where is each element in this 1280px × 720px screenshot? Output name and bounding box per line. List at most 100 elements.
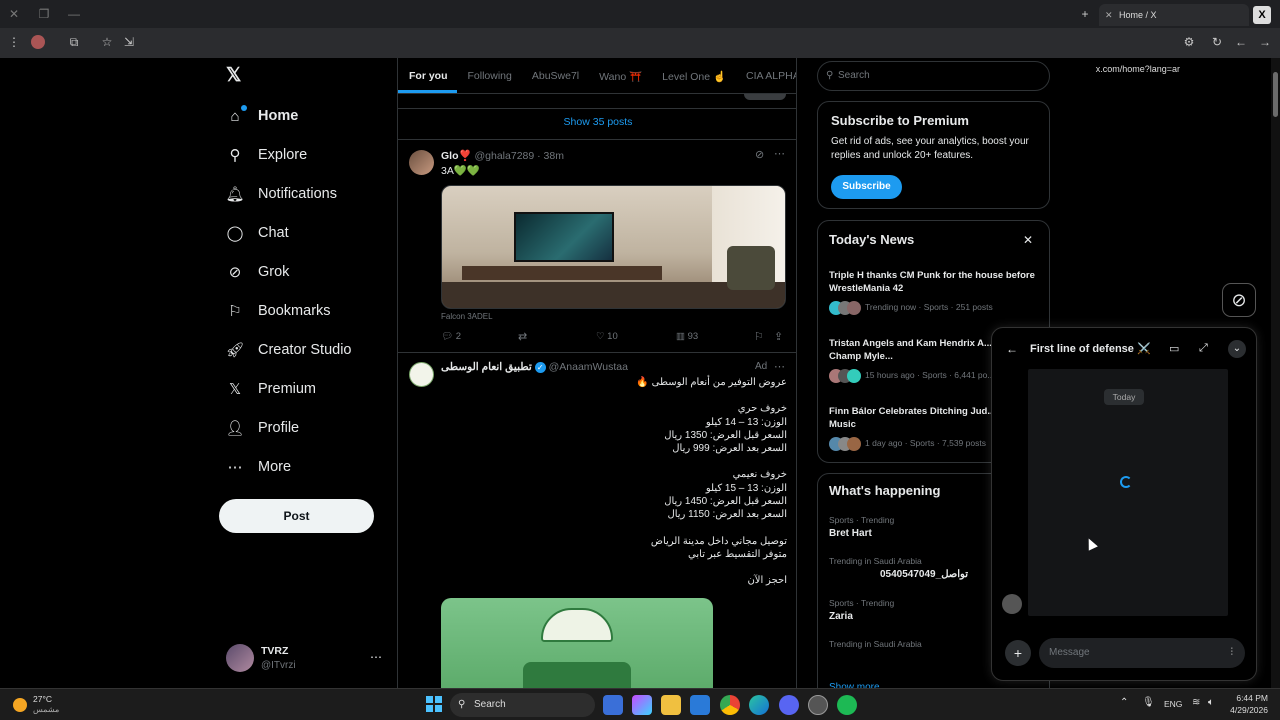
expand-icon[interactable]: ⤢ <box>1199 342 1208 355</box>
author-handle[interactable]: @ghala7289 <box>475 150 535 162</box>
more-icon[interactable]: ⋯ <box>774 360 785 373</box>
more-icon[interactable]: ⋯ <box>774 147 785 160</box>
like-button[interactable]: ♡ 10 <box>596 331 618 342</box>
tab-level-one[interactable]: Level One ☝️ <box>651 58 735 93</box>
edge-icon[interactable] <box>749 695 769 715</box>
clock-time[interactable]: 6:44 PM <box>1222 693 1268 703</box>
back-icon[interactable]: ← <box>1233 34 1249 50</box>
tab-wano[interactable]: Wano ⛩️ <box>588 58 651 93</box>
discord-icon[interactable] <box>779 695 799 715</box>
tab-title: Home / X <box>1119 10 1157 20</box>
nav-item-bookmarks[interactable]: ⚐ Bookmarks <box>226 296 330 326</box>
new-tab-icon[interactable]: + <box>1077 6 1093 22</box>
news-meta: 15 hours ago · Sports · 6,441 po... <box>865 370 995 380</box>
page-scrollbar[interactable] <box>1271 58 1280 688</box>
tab-following[interactable]: Following <box>457 58 521 93</box>
nav-item-notifications[interactable]: 🔔︎ Notifications <box>225 179 337 209</box>
file-explorer-icon[interactable] <box>661 695 681 715</box>
close-tab-icon[interactable]: ✕ <box>1105 4 1113 26</box>
nav-item-chat[interactable]: ◯ Chat <box>226 218 289 248</box>
tab-abuswe7l[interactable]: AbuSwe7l <box>521 58 588 93</box>
voice-icon[interactable]: ⫶ <box>1231 638 1234 668</box>
chat-title[interactable]: First line of defense ⚔️ <box>1030 342 1151 355</box>
trend-name[interactable]: 0540547049_تواصل <box>880 569 968 580</box>
menu-dots-icon[interactable]: ⋮ <box>6 34 22 50</box>
store-icon[interactable] <box>690 695 710 715</box>
nav-item-explore[interactable]: ⚲ Explore <box>226 140 308 170</box>
nav-item-profile[interactable]: 👤︎ Profile <box>225 413 299 443</box>
trend-name[interactable]: Bret Hart <box>829 528 872 539</box>
ad-image[interactable] <box>441 598 713 688</box>
chevron-up-icon[interactable]: ⌃ <box>1120 697 1128 708</box>
author-name[interactable]: Glo❣️ <box>441 150 472 162</box>
add-attachment-icon[interactable]: + <box>1005 640 1031 666</box>
language-indicator[interactable]: ENG <box>1164 699 1182 709</box>
chevron-down-icon[interactable]: ⌄ <box>1228 340 1246 358</box>
subscribe-button[interactable]: Subscribe <box>831 175 902 199</box>
x-logo-icon[interactable]: 𝕏 <box>226 66 246 86</box>
author-name[interactable]: تطبيق انعام الوسطى <box>441 361 532 373</box>
views-button[interactable]: ▥ 93 <box>676 331 698 342</box>
sun-weather-icon[interactable] <box>13 698 27 712</box>
restore-window-icon[interactable]: ❐ <box>36 6 52 22</box>
news-headline[interactable]: Triple H thanks CM Punk for the house be… <box>829 269 1041 295</box>
profile-avatar-icon[interactable] <box>31 35 45 49</box>
reload-icon[interactable]: ↻ <box>1209 34 1225 50</box>
close-window-icon[interactable]: ✕ <box>6 6 22 22</box>
microphone-icon[interactable]: 🎙︎ <box>1142 697 1155 708</box>
avatar[interactable] <box>226 644 254 672</box>
nav-item-more[interactable]: ⋯ More <box>226 452 292 482</box>
nav-item-grok[interactable]: ⊘ Grok <box>226 257 290 287</box>
extensions-icon[interactable]: ⧉ <box>66 34 82 50</box>
post-button[interactable]: Post <box>219 499 374 533</box>
home-icon: ⌂ <box>226 105 247 125</box>
scrollbar-thumb[interactable] <box>1273 72 1278 117</box>
minimize-window-icon[interactable]: — <box>66 6 82 22</box>
forward-icon[interactable]: → <box>1257 34 1273 50</box>
search-input[interactable]: ⚲ Search <box>817 61 1050 91</box>
wifi-icon[interactable]: ≋ <box>1192 697 1200 708</box>
windows-start-icon[interactable] <box>426 696 442 712</box>
tab-for-you[interactable]: For you <box>398 58 457 93</box>
trend-name[interactable]: Zaria <box>829 611 853 622</box>
account-handle: @ITvrzi <box>261 660 296 671</box>
premium-card: Subscribe to Premium Get rid of ads, see… <box>817 101 1050 209</box>
x-favicon-icon: X <box>1253 6 1271 24</box>
bookmark-icon[interactable]: ⚐ <box>754 330 764 343</box>
volume-icon[interactable]: 🔈︎ <box>1208 697 1214 708</box>
share-icon[interactable]: ⇪ <box>774 330 783 343</box>
taskbar-search[interactable]: ⚲ Search <box>450 693 595 717</box>
video-call-icon[interactable]: ▭ <box>1169 342 1179 355</box>
browser-tab[interactable]: ✕ Home / X X <box>1099 4 1271 26</box>
avatar[interactable] <box>409 362 434 387</box>
account-name[interactable]: TVRZ <box>261 645 288 657</box>
copilot-icon[interactable] <box>632 695 652 715</box>
post-image[interactable] <box>441 185 786 309</box>
share-icon[interactable]: ⇲ <box>121 34 137 50</box>
nav-item-premium[interactable]: 𝕏 Premium <box>226 374 316 404</box>
avatar[interactable] <box>409 150 434 175</box>
account-menu-icon[interactable]: ⋯ <box>370 650 382 664</box>
security-app-icon[interactable] <box>603 695 623 715</box>
site-settings-icon[interactable]: ⚙ <box>1181 34 1197 50</box>
grok-icon[interactable]: ⊘ <box>755 148 764 161</box>
chrome-icon[interactable] <box>720 695 740 715</box>
message-input[interactable]: Message ⫶ <box>1039 638 1245 668</box>
clock-date[interactable]: 4/29/2026 <box>1222 705 1268 715</box>
nav-label: More <box>258 459 292 475</box>
temperature[interactable]: 27°C <box>33 694 52 704</box>
repost-icon[interactable]: ⇄ <box>518 330 527 343</box>
reply-button[interactable]: 💬︎ 2 <box>441 331 461 342</box>
star-icon[interactable]: ☆ <box>99 34 115 50</box>
close-icon[interactable]: ✕ <box>1023 233 1033 247</box>
nav-item-creator-studio[interactable]: 🚀︎ Creator Studio <box>225 335 351 365</box>
show-posts-link[interactable]: Show 35 posts <box>398 116 796 128</box>
grok-float-icon[interactable]: ⊘ <box>1222 283 1256 317</box>
back-arrow-icon[interactable]: ← <box>1006 342 1018 356</box>
taskbar-search-label: Search <box>474 699 506 710</box>
tab-cia-alpha[interactable]: CIA ALPHA <box>735 58 796 93</box>
author-handle[interactable]: @AnaamWustaa <box>549 361 628 373</box>
spotify-icon[interactable] <box>837 695 857 715</box>
browser-app-icon[interactable] <box>808 695 828 715</box>
nav-item-home[interactable]: ⌂ Home <box>226 101 298 131</box>
